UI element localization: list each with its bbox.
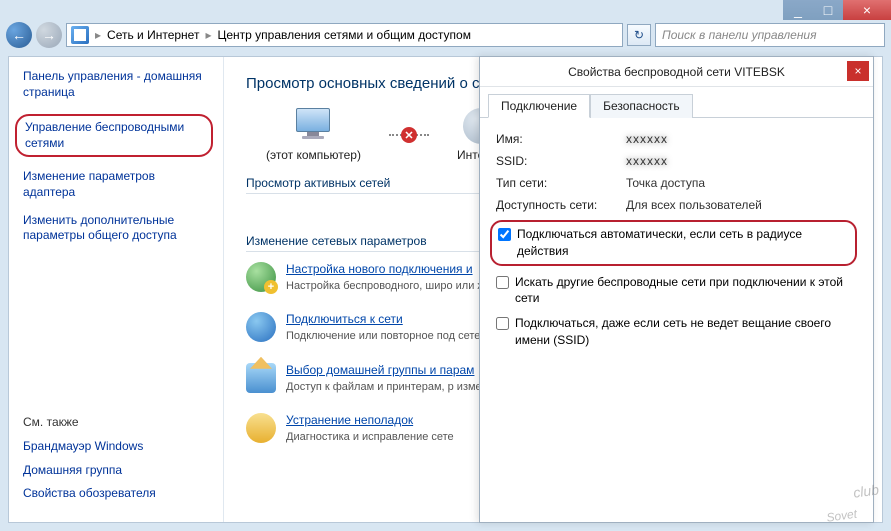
network-link-broken: ✕ [389,134,429,136]
checkbox-hidden-ssid[interactable]: Подключаться, даже если сеть не ведет ве… [496,315,857,349]
close-button[interactable]: × [843,0,891,20]
homegroup-icon [246,363,276,393]
sidebar-sub-homegroup[interactable]: Домашняя группа [23,463,209,479]
prop-availability: Доступность сети: Для всех пользователей [496,198,857,212]
breadcrumb-sep: ▸ [205,28,211,42]
prop-name: Имя: xxxxxx [496,132,857,146]
window-chrome-buttons: _ □ × [783,0,891,20]
network-node-pc[interactable]: (этот компьютер) [266,108,361,162]
checkbox-search-others[interactable]: Искать другие беспроводные сети при подк… [496,274,857,308]
dialog-tabs: Подключение Безопасность [480,87,873,118]
dialog-title: Свойства беспроводной сети VITEBSK [568,65,785,79]
sidebar-sub-browser[interactable]: Свойства обозревателя [23,486,209,502]
sidebar-see-also: См. также [23,415,209,429]
checkbox-input[interactable] [498,228,511,241]
prop-ssid: SSID: xxxxxx [496,154,857,168]
maximize-button[interactable]: □ [813,0,843,20]
active-networks-heading: Просмотр активных сетей [246,176,390,190]
prop-value: Точка доступа [626,176,705,190]
refresh-button[interactable]: ↻ [627,24,651,46]
troubleshoot-icon [246,413,276,443]
prop-key: Доступность сети: [496,198,626,212]
tab-security[interactable]: Безопасность [590,94,693,118]
prop-key: Тип сети: [496,176,626,190]
back-button[interactable]: ← [6,22,32,48]
prop-key: Имя: [496,132,626,146]
checkbox-input[interactable] [496,317,509,330]
task-link[interactable]: Устранение неполадок [286,413,454,427]
prop-value: xxxxxx [626,154,668,168]
checkbox-input[interactable] [496,276,509,289]
tab-connection[interactable]: Подключение [488,94,590,118]
sidebar-item-wireless[interactable]: Управление беспроводными сетями [15,114,213,157]
breadcrumb-sep: ▸ [95,28,101,42]
breadcrumb-sharing-center[interactable]: Центр управления сетями и общим доступом [217,28,471,42]
sidebar-item-sharing[interactable]: Изменить дополнительные параметры общего… [23,213,209,244]
dialog-title-bar[interactable]: Свойства беспроводной сети VITEBSK × [480,57,873,87]
sidebar-item-adapter[interactable]: Изменение параметров адаптера [23,169,209,200]
navigation-bar: ← → ▸ Сеть и Интернет ▸ Центр управления… [0,18,891,52]
search-input[interactable]: Поиск в панели управления [655,23,885,47]
sidebar-sub-firewall[interactable]: Брандмауэр Windows [23,439,209,455]
prop-type: Тип сети: Точка доступа [496,176,857,190]
breadcrumb-net[interactable]: Сеть и Интернет [107,28,199,42]
address-bar[interactable]: ▸ Сеть и Интернет ▸ Центр управления сет… [66,23,623,47]
dialog-body: Имя: xxxxxx SSID: xxxxxx Тип сети: Точка… [480,118,873,371]
task-desc: Диагностика и исправление сете [286,430,454,445]
error-x-icon: ✕ [401,127,417,143]
prop-value: xxxxxx [626,132,668,146]
connect-icon [246,312,276,342]
sidebar-home-link[interactable]: Панель управления - домашняя страница [23,69,209,100]
sidebar: Панель управления - домашняя страница Уп… [9,57,224,522]
minimize-button[interactable]: _ [783,0,813,20]
forward-button[interactable]: → [36,22,62,48]
computer-icon [292,108,334,144]
node-pc-label: (этот компьютер) [266,148,361,162]
wireless-properties-dialog: Свойства беспроводной сети VITEBSK × Под… [479,56,874,523]
dialog-close-button[interactable]: × [847,61,869,81]
control-panel-icon [71,26,89,44]
prop-value: Для всех пользователей [626,198,762,212]
checkbox-auto-connect[interactable]: Подключаться автоматически, если сеть в … [490,220,857,266]
checkbox-label: Подключаться автоматически, если сеть в … [517,226,849,260]
checkbox-label: Искать другие беспроводные сети при подк… [515,274,857,308]
new-connection-icon [246,262,276,292]
checkbox-label: Подключаться, даже если сеть не ведет ве… [515,315,857,349]
prop-key: SSID: [496,154,626,168]
